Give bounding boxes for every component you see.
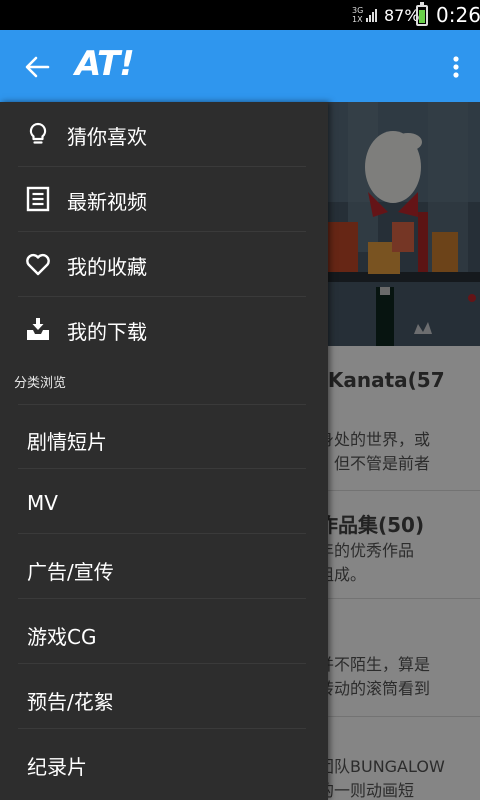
drawer-item-label: 我的收藏 <box>67 255 147 279</box>
back-arrow-icon[interactable] <box>24 54 50 80</box>
divider <box>18 404 306 405</box>
signal-icon <box>366 9 377 22</box>
drawer-item-recommended[interactable]: 猜你喜欢 <box>0 102 328 167</box>
app-bar: AT! <box>0 30 480 102</box>
navigation-drawer: 猜你喜欢 最新视频 我的收藏 我的下载 分类浏览 剧情短片 MV 广告/宣传 游… <box>0 102 328 800</box>
category-item[interactable]: 预告/花絮 <box>0 664 328 729</box>
drawer-item-favorites[interactable]: 我的收藏 <box>0 232 328 297</box>
network-type-top: 3G <box>352 6 364 15</box>
network-type: 3G 1X <box>352 6 363 24</box>
battery-fill <box>419 10 425 23</box>
clock: 0:26 <box>436 3 480 27</box>
category-label: 广告/宣传 <box>27 560 114 584</box>
category-item[interactable]: 游戏CG <box>0 599 328 664</box>
category-label: 游戏CG <box>27 625 97 649</box>
category-label: MV <box>27 491 58 515</box>
status-bar: 3G 1X 87% 0:26 <box>0 0 480 30</box>
list-icon <box>26 186 50 212</box>
category-item[interactable]: 广告/宣传 <box>0 534 328 599</box>
category-label: 预告/花絮 <box>27 690 114 714</box>
network-type-bottom: 1X <box>352 15 363 24</box>
category-item[interactable]: MV <box>0 469 328 534</box>
drawer-item-latest[interactable]: 最新视频 <box>0 167 328 232</box>
drawer-item-label: 我的下载 <box>67 320 147 344</box>
heart-icon <box>26 253 50 276</box>
drawer-item-downloads[interactable]: 我的下载 <box>0 297 328 362</box>
category-label: 纪录片 <box>27 755 87 779</box>
drawer-item-label: 最新视频 <box>67 190 147 214</box>
drawer-item-label: 猜你喜欢 <box>67 125 147 149</box>
category-label: 剧情短片 <box>27 430 107 454</box>
download-tray-icon <box>27 318 49 340</box>
app-logo: AT! <box>75 44 135 84</box>
battery-percent: 87% <box>384 6 420 25</box>
section-title-categories: 分类浏览 <box>14 376 67 391</box>
battery-icon <box>416 2 428 26</box>
category-item[interactable]: 纪录片 <box>0 729 328 794</box>
lightbulb-icon <box>29 122 47 144</box>
more-vert-icon[interactable] <box>446 54 466 80</box>
category-item[interactable]: 剧情短片 <box>0 404 328 469</box>
